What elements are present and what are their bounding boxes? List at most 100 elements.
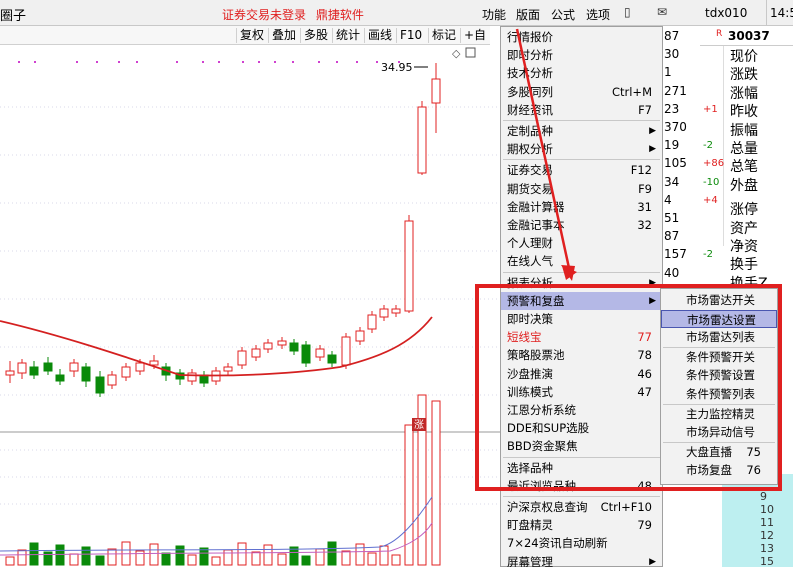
candle-body <box>29 366 39 376</box>
candle-body <box>187 372 197 382</box>
candle-body <box>69 362 79 372</box>
menu-item-30[interactable]: 沪深京权息查询 Ctrl+F10 <box>501 498 662 516</box>
volume-bar <box>211 556 221 566</box>
menu-item-31[interactable]: 盯盘精灵 79 <box>501 516 662 534</box>
volume-bar <box>55 544 65 566</box>
mail-icon[interactable]: ✉ <box>657 5 667 19</box>
quote-volume-value: 271 <box>664 83 687 98</box>
candle-body <box>289 342 299 352</box>
menu-item-0[interactable]: 行情报价 <box>501 28 662 46</box>
menu-item-14[interactable]: 在线人气 <box>501 252 662 270</box>
multi-stock-button[interactable]: 多股 <box>300 28 331 43</box>
menu-item-label: 定制品种 <box>507 124 553 138</box>
volume-bar <box>69 553 79 566</box>
clock: 14:5 <box>770 6 793 20</box>
candle-body <box>327 354 337 364</box>
menu-item-1[interactable]: 即时分析 <box>501 46 662 64</box>
signal-dot <box>376 61 378 63</box>
phone-icon[interactable]: ▯ <box>624 5 631 19</box>
candle-body <box>223 366 233 372</box>
tick-number: 10 <box>760 503 774 516</box>
menu-item-label: 个人理财 <box>507 236 553 251</box>
volume-bar <box>289 546 299 566</box>
maximize-icon <box>465 47 476 58</box>
menu-item-4[interactable]: 财经资讯 F7 <box>501 101 662 119</box>
quote-label: 总笔 <box>730 159 758 176</box>
volume-bar <box>149 543 159 566</box>
title-bar: 圈子 证券交易未登录 鼎捷软件 功能 版面 公式 选项 ▯ ✉ tdx010 1… <box>0 0 793 26</box>
menu-item-10[interactable]: 期货交易 F9 <box>501 180 662 198</box>
menu-item-12[interactable]: 金融记事本 32 <box>501 216 662 234</box>
adjust-button[interactable]: 复权 <box>236 28 267 43</box>
menu-item-label: 屏幕管理 <box>507 554 553 567</box>
candle-body <box>17 362 27 374</box>
menu-item-label: 证券交易 <box>507 163 553 178</box>
menu-item-11[interactable]: 金融计算器 31 <box>501 198 662 216</box>
volume-bar <box>251 551 261 566</box>
candle-body <box>149 360 159 366</box>
menu-item-label: 技术分析 <box>507 66 553 81</box>
quote-volume-value: 1 <box>664 65 672 80</box>
limit-up-badge-label: 涨 <box>414 419 424 431</box>
menu-item-33[interactable]: 屏幕管理 ▶ <box>501 553 662 567</box>
volume-bar <box>301 555 311 566</box>
menu-formula[interactable]: 公式 <box>551 6 575 23</box>
submenu-arrow-icon: ▶ <box>649 556 656 567</box>
signal-dot <box>118 61 120 63</box>
menu-item-label: 行情报价 <box>507 30 553 44</box>
statistics-button[interactable]: 统计 <box>332 28 363 43</box>
quote-volume-value: 19 <box>664 138 680 153</box>
signal-dot <box>96 61 98 63</box>
menu-layout[interactable]: 版面 <box>516 6 540 23</box>
candle-body <box>315 348 325 358</box>
mark-button[interactable]: 标记 <box>428 28 459 43</box>
add-custom-button[interactable]: +自 <box>460 28 489 43</box>
tick-number: 12 <box>760 529 774 542</box>
f10-button[interactable]: F10 <box>396 28 425 43</box>
candle-body <box>251 348 261 358</box>
draw-line-button[interactable]: 画线 <box>364 28 395 43</box>
signal-dot <box>292 61 294 63</box>
volume-bar <box>5 556 15 566</box>
menu-item-7[interactable]: 期权分析 ▶ <box>501 140 662 158</box>
volume-bar <box>29 542 39 566</box>
volume-bar <box>379 545 389 566</box>
menu-item-label: 多股同列 <box>507 84 553 99</box>
quote-divider <box>723 46 724 246</box>
menu-item-13[interactable]: 个人理财 <box>501 234 662 252</box>
quote-label: 振幅 <box>730 122 758 139</box>
menu-item-3[interactable]: 多股同列 Ctrl+M <box>501 83 662 101</box>
quote-change-value: -2 <box>703 249 713 261</box>
menu-options[interactable]: 选项 <box>586 6 610 23</box>
quote-label: 资产 <box>730 220 758 237</box>
candle-body <box>431 78 441 104</box>
volume-bar <box>135 550 145 566</box>
quote-label: 现价 <box>730 49 758 65</box>
volume-bar <box>161 552 171 566</box>
volume-bar <box>341 550 351 566</box>
quote-volume-value: 34 <box>664 174 680 189</box>
menu-item-9[interactable]: 证券交易 F12 <box>501 161 662 179</box>
menu-function[interactable]: 功能 <box>482 6 506 23</box>
menu-item-32[interactable]: 7×24资讯自动刷新 <box>501 534 662 552</box>
menu-separator <box>503 496 660 497</box>
account-name[interactable]: tdx010 <box>705 6 747 20</box>
login-status: 证券交易未登录 鼎捷软件 <box>222 6 370 23</box>
candle-body <box>301 344 311 364</box>
moving-average-line <box>0 316 433 377</box>
quote-label: 换手 <box>730 257 758 274</box>
candle-body <box>107 374 117 386</box>
menu-item-shortcut: Ctrl+F10 <box>600 500 652 514</box>
kline-chart[interactable]: 34.95 ◇ 涨 <box>0 45 500 567</box>
signal-dot <box>176 61 178 63</box>
menu-item-2[interactable]: 技术分析 <box>501 64 662 82</box>
quote-label: 涨跌 <box>730 67 758 84</box>
overlay-button[interactable]: 叠加 <box>268 28 299 43</box>
volume-bar <box>95 555 105 566</box>
chart-toolbar: 复权 叠加 多股 统计 画线 F10 标记 +自 <box>0 26 490 45</box>
menu-item-label: 沪深京权息查询 <box>507 500 588 514</box>
signal-dot <box>218 61 220 63</box>
candle-body <box>341 336 351 366</box>
menu-item-6[interactable]: 定制品种 ▶ <box>501 122 662 140</box>
candle-body <box>5 370 15 376</box>
